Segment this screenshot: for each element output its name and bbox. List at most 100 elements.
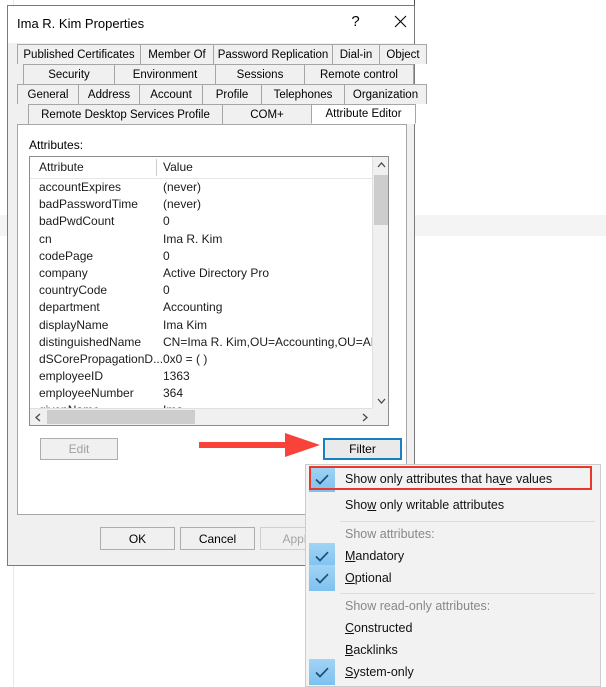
- close-icon[interactable]: [378, 6, 423, 37]
- table-row[interactable]: badPwdCount 0: [30, 213, 373, 230]
- attribute-name: countryCode: [39, 283, 108, 298]
- vertical-scrollbar-thumb[interactable]: [374, 175, 388, 225]
- attribute-value: (never): [163, 180, 202, 194]
- menu-separator: [340, 521, 595, 522]
- column-divider: [156, 159, 157, 176]
- checkmark-icon: [309, 466, 335, 492]
- horizontal-scrollbar[interactable]: [30, 408, 373, 425]
- tab-com[interactable]: COM+: [222, 104, 312, 124]
- menu-item-label: Constructed: [345, 621, 413, 635]
- attribute-name: dSCorePropagationD...: [39, 351, 164, 366]
- attribute-name: department: [39, 300, 100, 315]
- table-row[interactable]: company Active Directory Pro: [30, 265, 373, 282]
- tab-dial-in[interactable]: Dial-in: [332, 44, 380, 64]
- table-row[interactable]: employeeNumber 364: [30, 385, 373, 402]
- menu-item-system-only[interactable]: System-only: [306, 659, 600, 685]
- tab-attribute-editor[interactable]: Attribute Editor: [311, 104, 416, 124]
- cancel-button[interactable]: Cancel: [180, 527, 255, 550]
- tab-remote-desktop-services-profile[interactable]: Remote Desktop Services Profile: [28, 104, 223, 124]
- attribute-name: cn: [39, 231, 52, 246]
- tab-security[interactable]: Security: [23, 64, 115, 84]
- filter-button[interactable]: Filter: [323, 438, 402, 460]
- attribute-value: 364: [163, 386, 184, 401]
- attribute-value: 1363: [163, 369, 190, 384]
- attributes-label: Attributes:: [29, 138, 84, 152]
- scroll-right-icon[interactable]: [357, 409, 373, 425]
- attribute-value: CN=Ima R. Kim,OU=Accounting,OU=ADPRO: [163, 334, 373, 349]
- menu-item-show-only-attributes-that-have-values[interactable]: Show only attributes that have values: [306, 466, 600, 492]
- filter-dropdown-menu: Show only attributes that have values Sho…: [305, 464, 601, 687]
- tab-remote-control[interactable]: Remote control: [304, 64, 414, 84]
- tab-strip: Published Certificates Member Of Password …: [17, 44, 427, 124]
- attribute-name: accountExpires: [39, 180, 122, 194]
- attribute-name: badPwdCount: [39, 214, 115, 229]
- help-question-icon[interactable]: ?: [333, 6, 378, 37]
- tab-row-4: Remote Desktop Services Profile COM+ Attri…: [17, 104, 416, 124]
- checkmark-icon: [309, 659, 335, 685]
- table-row[interactable]: codePage 0: [30, 248, 373, 265]
- scroll-up-icon[interactable]: [373, 157, 388, 173]
- tab-member-of[interactable]: Member Of: [140, 44, 214, 64]
- background-row-band: [415, 215, 606, 236]
- attributes-listbox[interactable]: Attribute Value accountExpires (never) bad…: [29, 156, 389, 426]
- column-header-attribute[interactable]: Attribute: [39, 160, 84, 174]
- checkmark-icon: [309, 565, 335, 591]
- attribute-editor-panel: Attributes: Attribute Value accountExpir…: [17, 124, 407, 515]
- tab-sessions[interactable]: Sessions: [215, 64, 305, 84]
- tab-general[interactable]: General: [17, 84, 79, 104]
- dialog-titlebar: Ima R. Kim Properties ?: [8, 6, 414, 43]
- menu-item-optional[interactable]: Optional: [306, 565, 600, 591]
- menu-item-label: System-only: [345, 665, 414, 679]
- ok-button[interactable]: OK: [100, 527, 175, 550]
- menu-item-label: Backlinks: [345, 643, 398, 657]
- tab-row-1: Published Certificates Member Of Password …: [17, 44, 427, 64]
- table-row[interactable]: department Accounting: [30, 299, 373, 316]
- menu-separator: [340, 593, 595, 594]
- tab-environment[interactable]: Environment: [114, 64, 216, 84]
- tab-published-certificates[interactable]: Published Certificates: [17, 44, 141, 64]
- attribute-value: Ima Kim: [163, 317, 208, 332]
- attribute-value: (never): [163, 197, 202, 212]
- table-row[interactable]: badPasswordTime (never): [30, 196, 373, 213]
- attribute-value: Ima R. Kim: [163, 231, 223, 246]
- attribute-value: 0: [163, 248, 170, 263]
- tab-object[interactable]: Object: [379, 44, 427, 64]
- table-row[interactable]: dSCorePropagationD... 0x0 = ( ): [30, 351, 373, 368]
- tab-password-replication[interactable]: Password Replication: [213, 44, 333, 64]
- attribute-name: company: [39, 265, 88, 280]
- table-row[interactable]: accountExpires (never): [30, 179, 373, 196]
- attribute-value: 0x0 = ( ): [163, 351, 208, 366]
- attribute-name: distinguishedName: [39, 334, 142, 349]
- tab-account[interactable]: Account: [139, 84, 203, 104]
- menu-item-label: Show only attributes that have values: [345, 472, 553, 486]
- table-row[interactable]: employeeID 1363: [30, 368, 373, 385]
- attribute-value: 0: [163, 283, 170, 298]
- tab-organization[interactable]: Organization: [344, 84, 427, 104]
- attribute-name: employeeID: [39, 369, 104, 384]
- attribute-name: displayName: [39, 317, 109, 332]
- attribute-name: badPasswordTime: [39, 197, 138, 212]
- tab-row-2: Security Environment Sessions Remote contro…: [17, 64, 414, 84]
- menu-item-show-only-writable-attributes[interactable]: Show only writable attributes: [306, 492, 600, 518]
- scroll-left-icon[interactable]: [30, 409, 46, 425]
- vertical-scrollbar[interactable]: [372, 157, 388, 409]
- table-row[interactable]: displayName Ima Kim: [30, 317, 373, 334]
- edit-button[interactable]: Edit: [40, 438, 118, 460]
- menu-item-label: Optional: [345, 571, 392, 585]
- scrollbar-corner: [372, 408, 388, 425]
- tab-address[interactable]: Address: [78, 84, 140, 104]
- horizontal-scrollbar-thumb[interactable]: [47, 410, 195, 424]
- menu-item-label: Mandatory: [345, 549, 405, 563]
- table-row[interactable]: cn Ima R. Kim: [30, 231, 373, 248]
- checkbox-empty-icon: [309, 492, 335, 518]
- tab-row-3: General Address Account Profile Telephones Or…: [17, 84, 427, 104]
- scroll-down-icon[interactable]: [373, 393, 388, 409]
- attribute-value: 0: [163, 214, 170, 229]
- tab-telephones[interactable]: Telephones: [261, 84, 345, 104]
- menu-item-label: Show only writable attributes: [345, 498, 505, 512]
- table-row[interactable]: distinguishedName CN=Ima R. Kim,OU=Accoun…: [30, 334, 373, 351]
- tab-profile[interactable]: Profile: [202, 84, 262, 104]
- dialog-title: Ima R. Kim Properties: [17, 16, 145, 31]
- table-row[interactable]: countryCode 0: [30, 282, 373, 299]
- column-header-value[interactable]: Value: [163, 160, 193, 174]
